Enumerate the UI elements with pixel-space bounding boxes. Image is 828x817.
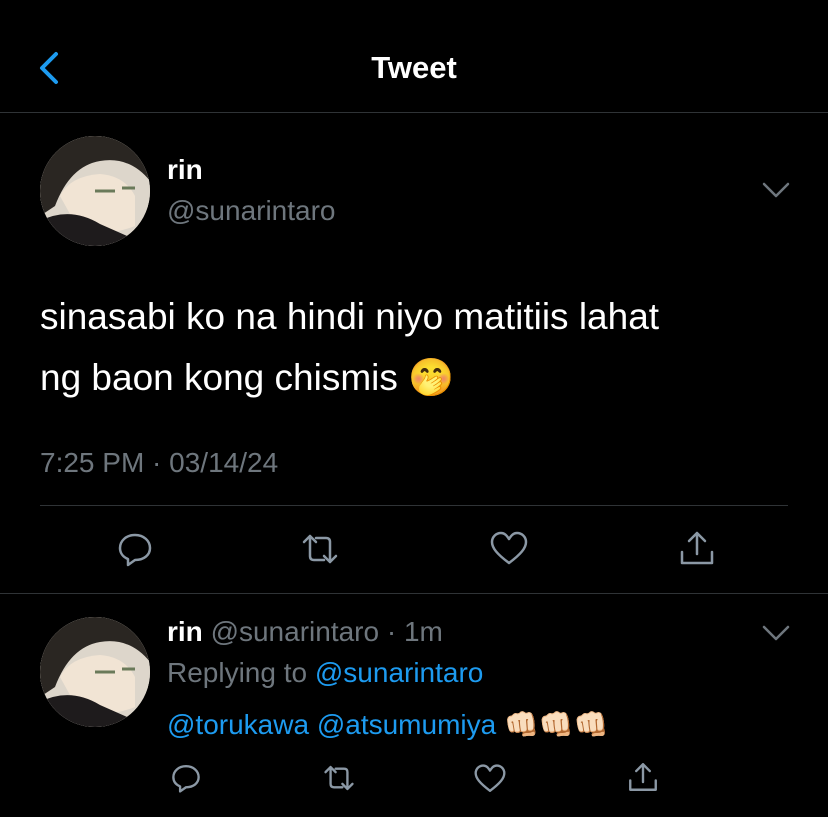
retweet-button[interactable] (300, 530, 340, 568)
like-icon (490, 531, 528, 565)
reply-more-options-button[interactable] (760, 621, 792, 645)
share-icon (680, 531, 714, 565)
retweet-icon (302, 534, 338, 564)
avatar-image (40, 136, 150, 246)
mention-torukawa[interactable]: @torukawa (167, 709, 309, 740)
display-name[interactable]: rin (167, 154, 203, 186)
chevron-down-icon (762, 625, 790, 641)
mention-atsumumiya[interactable]: @atsumumiya (317, 709, 496, 740)
chevron-down-icon (762, 182, 790, 198)
reply-icon (172, 765, 200, 793)
tweet-text-line2: ng baon kong chismis (40, 357, 398, 398)
tweet-text-line: sinasabi ko na hindi niyo matitiis lahat (40, 296, 660, 337)
reply-handle[interactable]: @sunarintaro (211, 616, 380, 647)
share-button[interactable] (677, 528, 717, 568)
avatar-image (40, 617, 150, 727)
handle[interactable]: @sunarintaro (167, 195, 336, 227)
fist-bump-emojis: 👊🏻👊🏻👊🏻 (503, 709, 609, 740)
page-title: Tweet (371, 50, 457, 85)
reply-avatar[interactable] (40, 617, 150, 727)
reply-reply-button[interactable] (170, 762, 202, 794)
hand-over-mouth-emoji: 🤭 (408, 357, 455, 398)
reply-text: @torukawa @atsumumiya 👊🏻👊🏻👊🏻 (167, 708, 609, 741)
retweet-icon (324, 765, 354, 791)
section-divider (0, 593, 828, 594)
timestamp: 7:25 PM · 03/14/24 (40, 447, 279, 478)
reply-retweet-button[interactable] (322, 762, 356, 794)
reply-separator: · (379, 616, 404, 647)
reply-icon (118, 533, 152, 567)
reply-like-button[interactable] (473, 763, 507, 795)
avatar[interactable] (40, 136, 150, 246)
like-button[interactable] (489, 530, 529, 568)
more-options-button[interactable] (760, 178, 792, 202)
header-divider (0, 112, 828, 113)
timestamp-divider (40, 505, 788, 506)
tweet-text: sinasabi ko na hindi niyo matitiis lahat… (40, 286, 659, 408)
reply-share-button[interactable] (626, 760, 660, 794)
share-icon (629, 763, 657, 791)
tweet-text-line: ng baon kong chismis 🤭 (40, 347, 659, 408)
reply-age: 1m (403, 616, 443, 647)
replying-to: Replying to @sunarintaro (167, 657, 483, 689)
replying-to-handle[interactable]: @sunarintaro (315, 657, 484, 688)
reply-header: rin @sunarintaro · 1m (167, 616, 443, 648)
like-icon (474, 764, 506, 792)
replying-to-label: Replying to (167, 657, 308, 688)
reply-display-name[interactable]: rin (167, 616, 203, 647)
reply-button[interactable] (116, 530, 154, 568)
